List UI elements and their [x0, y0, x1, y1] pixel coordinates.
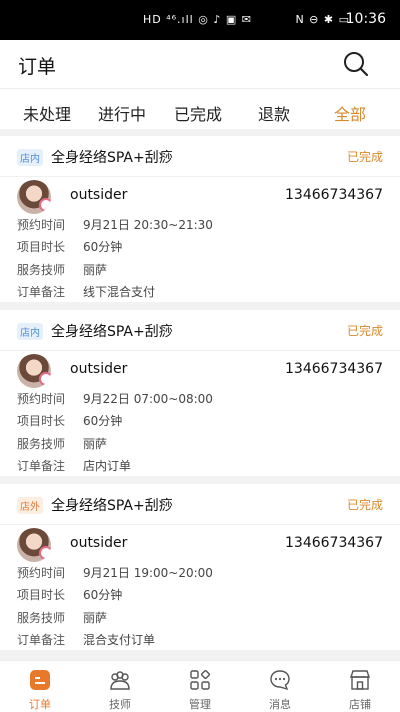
header: 订单: [0, 40, 400, 88]
detail-value: 9月22日 07:00~08:00: [83, 392, 213, 406]
detail-row: 订单备注 线下混合支付: [17, 283, 155, 300]
detail-value: 店内订单: [83, 459, 132, 473]
customer-phone[interactable]: 13466734367: [285, 187, 383, 203]
bottom-nav: 订单 技师 管理 消息 店铺: [0, 660, 400, 712]
status-badge: 已完成: [346, 150, 383, 164]
detail-label: 服务技师: [17, 437, 66, 451]
detail-label: 服务技师: [17, 263, 66, 277]
nav-label: 订单: [29, 698, 51, 711]
technician-icon: [110, 671, 130, 690]
customer-phone[interactable]: 13466734367: [285, 535, 383, 551]
order-tabs: 未处理 进行中 已完成 退款 全部: [0, 88, 400, 129]
detail-value: 丽萨: [83, 611, 108, 625]
detail-row: 项目时长 60分钟: [17, 238, 122, 255]
message-icon: [270, 670, 290, 691]
detail-value: 混合支付订单: [83, 633, 156, 647]
detail-label: 项目时长: [17, 588, 66, 602]
search-icon[interactable]: [342, 50, 370, 78]
detail-value: 60分钟: [83, 588, 123, 602]
order-card[interactable]: 店外 全身经络SPA+刮痧 已完成 outsider 13466734367 预…: [0, 484, 400, 650]
detail-value: 丽萨: [83, 437, 108, 451]
divider: [0, 350, 400, 351]
detail-label: 服务技师: [17, 611, 66, 625]
detail-value: 9月21日 20:30~21:30: [83, 218, 213, 232]
detail-label: 订单备注: [17, 459, 66, 473]
divider: [0, 176, 400, 177]
nav-orders[interactable]: 订单: [0, 661, 80, 712]
order-icon: [30, 670, 50, 690]
nav-store[interactable]: 店铺: [320, 661, 400, 712]
manage-icon: [190, 669, 211, 690]
tab-refund[interactable]: 退款: [258, 101, 290, 125]
detail-row: 预约时间 9月21日 19:00~20:00: [17, 564, 213, 581]
detail-row: 订单备注 混合支付订单: [17, 631, 155, 648]
detail-row: 服务技师 丽萨: [17, 261, 107, 278]
service-name: 全身经络SPA+刮痧: [51, 324, 173, 340]
detail-row: 服务技师 丽萨: [17, 609, 107, 626]
detail-row: 项目时长 60分钟: [17, 412, 122, 429]
detail-row: 预约时间 9月21日 20:30~21:30: [17, 216, 213, 233]
nav-manage[interactable]: 管理: [160, 661, 240, 712]
detail-label: 订单备注: [17, 285, 66, 299]
divider: [0, 524, 400, 525]
detail-value: 60分钟: [83, 240, 123, 254]
detail-row: 服务技师 丽萨: [17, 435, 107, 452]
detail-label: 预约时间: [17, 392, 66, 406]
nav-messages[interactable]: 消息: [240, 661, 320, 712]
order-tag: 店外: [17, 497, 43, 514]
detail-row: 项目时长 60分钟: [17, 586, 122, 603]
detail-label: 预约时间: [17, 218, 66, 232]
order-card[interactable]: 店内 全身经络SPA+刮痧 已完成 outsider 13466734367 预…: [0, 310, 400, 476]
customer-name: outsider: [70, 361, 128, 377]
customer-name: outsider: [70, 535, 128, 551]
status-right-icons: N ⊖ ✱ ▭: [295, 13, 350, 26]
avatar: [17, 180, 51, 214]
customer-name: outsider: [70, 187, 128, 203]
status-time: 10:36: [345, 11, 386, 27]
detail-label: 项目时长: [17, 240, 66, 254]
nav-label: 管理: [189, 698, 211, 711]
status-badge: 已完成: [346, 324, 383, 338]
avatar: [17, 354, 51, 388]
detail-label: 订单备注: [17, 633, 66, 647]
detail-value: 60分钟: [83, 414, 123, 428]
page-title: 订单: [18, 56, 57, 78]
tab-unprocessed[interactable]: 未处理: [23, 101, 71, 125]
avatar: [17, 528, 51, 562]
status-bar: HD ⁴⁶.ıll ◎ ♪ ▣ ✉ N ⊖ ✱ ▭ 10:36: [0, 0, 400, 40]
service-name: 全身经络SPA+刮痧: [51, 498, 173, 514]
detail-row: 预约时间 9月22日 07:00~08:00: [17, 390, 213, 407]
nav-technicians[interactable]: 技师: [80, 661, 160, 712]
order-tag: 店内: [17, 149, 43, 166]
order-tag: 店内: [17, 323, 43, 340]
tab-all[interactable]: 全部: [334, 101, 366, 125]
detail-row: 订单备注 店内订单: [17, 457, 131, 474]
detail-label: 预约时间: [17, 566, 66, 580]
detail-value: 9月21日 19:00~20:00: [83, 566, 213, 580]
status-badge: 已完成: [346, 498, 383, 512]
detail-value: 丽萨: [83, 263, 108, 277]
status-left-icons: HD ⁴⁶.ıll ◎ ♪ ▣ ✉: [143, 13, 252, 26]
tab-completed[interactable]: 已完成: [174, 101, 222, 125]
detail-label: 项目时长: [17, 414, 66, 428]
store-icon: [350, 670, 370, 690]
detail-value: 线下混合支付: [83, 285, 156, 299]
tab-in-progress[interactable]: 进行中: [98, 101, 146, 125]
order-card[interactable]: 店内 全身经络SPA+刮痧 已完成 outsider 13466734367 预…: [0, 136, 400, 302]
service-name: 全身经络SPA+刮痧: [51, 150, 173, 166]
nav-label: 店铺: [349, 698, 371, 711]
customer-phone[interactable]: 13466734367: [285, 361, 383, 377]
nav-label: 技师: [109, 698, 131, 711]
nav-label: 消息: [269, 698, 291, 711]
